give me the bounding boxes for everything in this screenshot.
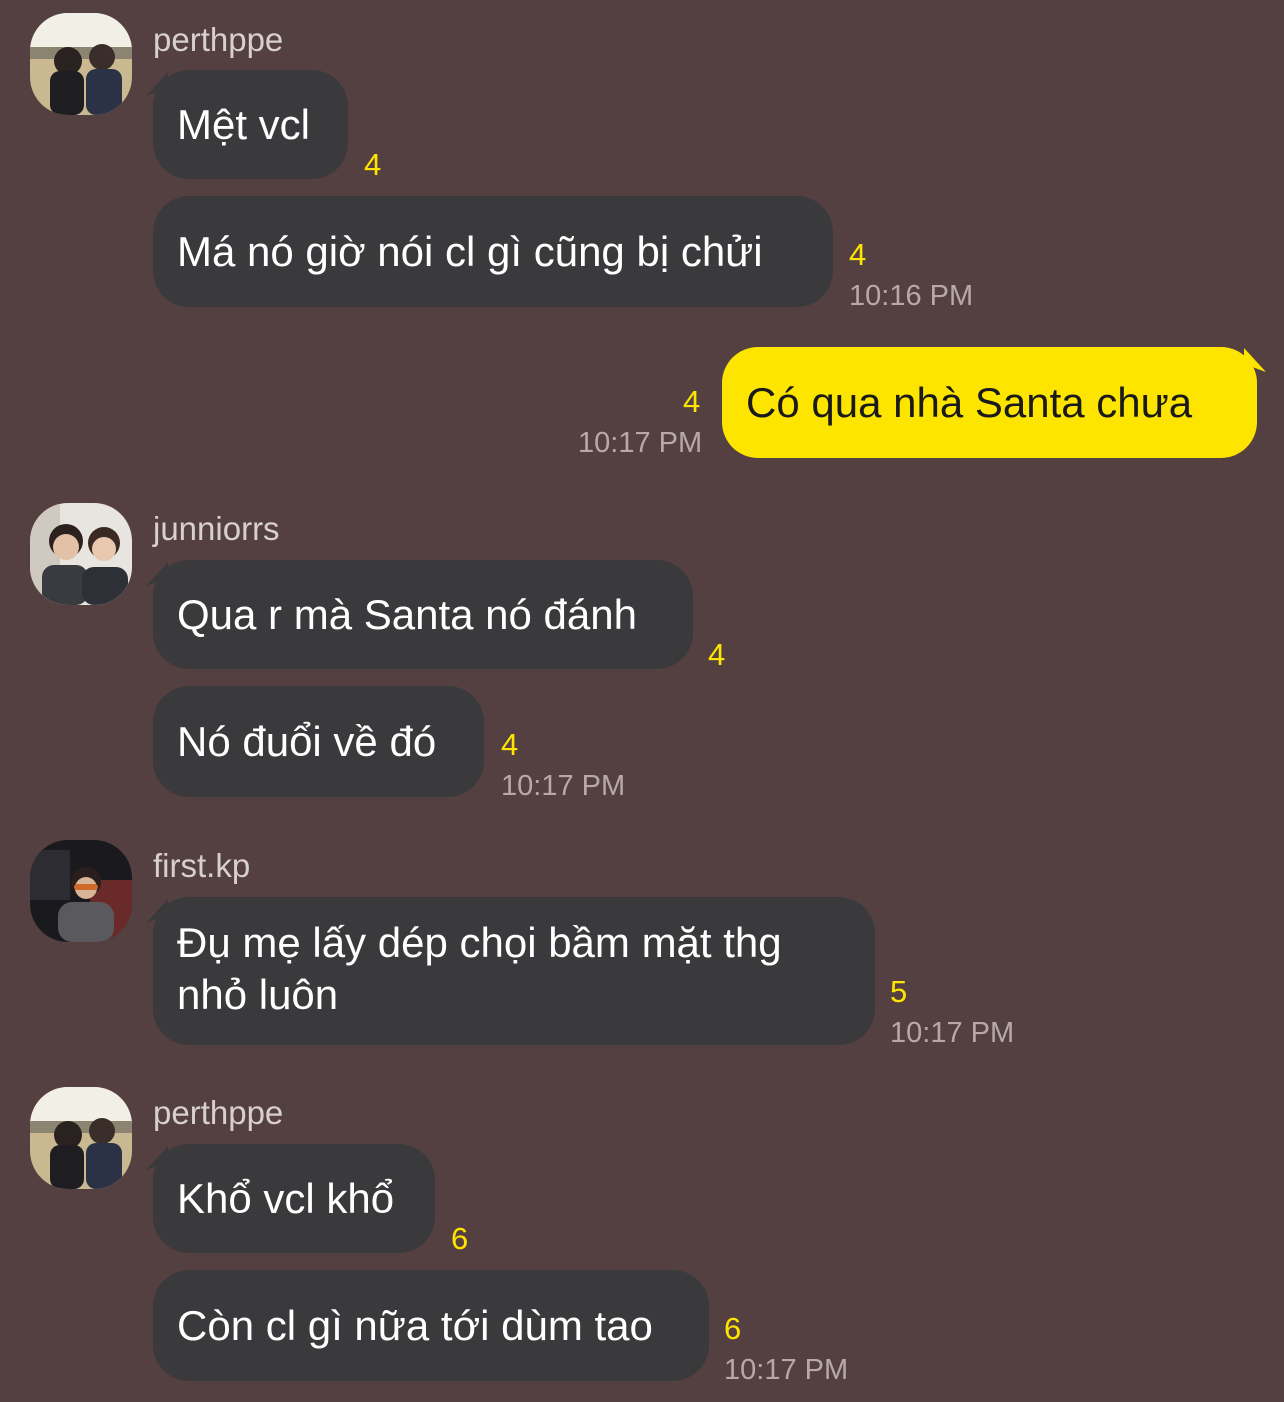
avatar-photo	[30, 13, 132, 115]
avatar-photo	[30, 1087, 132, 1189]
message-bubble[interactable]: Má nó giờ nói cl gì cũng bị chửi	[153, 196, 833, 307]
unread-count: 4	[364, 147, 382, 182]
message-bubble[interactable]: Mệt vcl	[153, 70, 348, 179]
message-bubble[interactable]: Qua r mà Santa nó đánh	[153, 560, 693, 669]
unread-count: 4	[849, 237, 867, 272]
avatar-photo	[30, 503, 132, 605]
message-timestamp: 10:17 PM	[501, 770, 626, 802]
sender-name: first.kp	[153, 847, 251, 884]
message-bubble[interactable]: Nó đuổi về đó	[153, 686, 484, 797]
message-timestamp: 10:17 PM	[578, 427, 703, 459]
unread-count: 5	[890, 974, 908, 1009]
message-bubble[interactable]: Khổ vcl khổ	[153, 1144, 435, 1253]
unread-count: 6	[451, 1221, 469, 1256]
unread-count: 4	[501, 727, 519, 762]
sender-avatar-first-kp[interactable]	[30, 840, 132, 942]
unread-count: 6	[724, 1311, 742, 1346]
sender-avatar-perthppe[interactable]	[30, 13, 132, 115]
sender-avatar-junniorrs[interactable]	[30, 503, 132, 605]
message-timestamp: 10:17 PM	[890, 1017, 1015, 1049]
message-timestamp: 10:17 PM	[724, 1354, 849, 1386]
message-bubble[interactable]: Đụ mẹ lấy dép chọi bầm mặt thg nhỏ luôn	[153, 897, 875, 1045]
avatar-photo	[30, 840, 132, 942]
unread-count: 4	[708, 637, 726, 672]
my-message-bubble[interactable]: Có qua nhà Santa chưa	[722, 347, 1257, 458]
message-timestamp: 10:16 PM	[849, 280, 974, 312]
sender-avatar-perthppe[interactable]	[30, 1087, 132, 1189]
sender-name: perthppe	[153, 1094, 284, 1131]
unread-count: 4	[683, 384, 701, 419]
message-bubble[interactable]: Còn cl gì nữa tới dùm tao	[153, 1270, 709, 1381]
sender-name: perthppe	[153, 21, 284, 58]
sender-name: junniorrs	[153, 510, 280, 547]
